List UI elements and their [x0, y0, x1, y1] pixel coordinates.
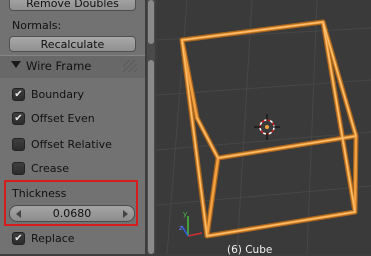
scrollbar-thumb-upper[interactable] [148, 0, 154, 44]
svg-text:z: z [179, 224, 183, 232]
axis-gizmo-icon: y z [179, 210, 203, 237]
cube-wireframe[interactable] [179, 19, 359, 239]
panel-scrollbar[interactable] [147, 0, 155, 254]
checkbox-unchecked-icon[interactable] [12, 138, 25, 151]
active-object-label: (6) Cube [227, 244, 273, 256]
normals-label: Normals: [12, 19, 62, 32]
svg-text:y: y [183, 210, 187, 218]
option-label: Offset Relative [31, 138, 112, 151]
option-label: Boundary [31, 88, 84, 101]
checkbox-checked-icon[interactable]: ✔ [12, 88, 25, 101]
scrollbar-thumb[interactable] [148, 60, 154, 254]
thickness-number-field[interactable]: 0.0680 [9, 205, 135, 222]
thickness-value[interactable]: 0.0680 [10, 207, 134, 220]
viewport-canvas[interactable]: y z [157, 0, 371, 254]
option-label: Offset Even [31, 112, 95, 125]
tool-panel: Remove Doubles Normals: Recalculate Wire… [0, 0, 145, 254]
option-label: Crease [31, 162, 69, 175]
remove-doubles-button[interactable]: Remove Doubles [9, 0, 136, 11]
checkbox-checked-icon[interactable]: ✔ [12, 112, 25, 125]
option-label: Replace [31, 232, 75, 245]
checkbox-unchecked-icon[interactable] [12, 162, 25, 175]
3d-cursor-icon[interactable] [254, 114, 280, 140]
section-title: Wire Frame [26, 59, 92, 73]
thickness-label: Thickness [12, 187, 67, 200]
collapse-triangle-icon[interactable] [11, 61, 21, 68]
checkbox-checked-icon[interactable]: ✔ [12, 232, 25, 245]
drag-grip-icon[interactable] [123, 60, 137, 72]
increment-arrow-icon[interactable] [123, 210, 128, 218]
3d-viewport[interactable]: y z [157, 0, 371, 254]
wireframe-section-header[interactable]: Wire Frame [0, 55, 145, 78]
recalculate-button[interactable]: Recalculate [9, 36, 136, 52]
